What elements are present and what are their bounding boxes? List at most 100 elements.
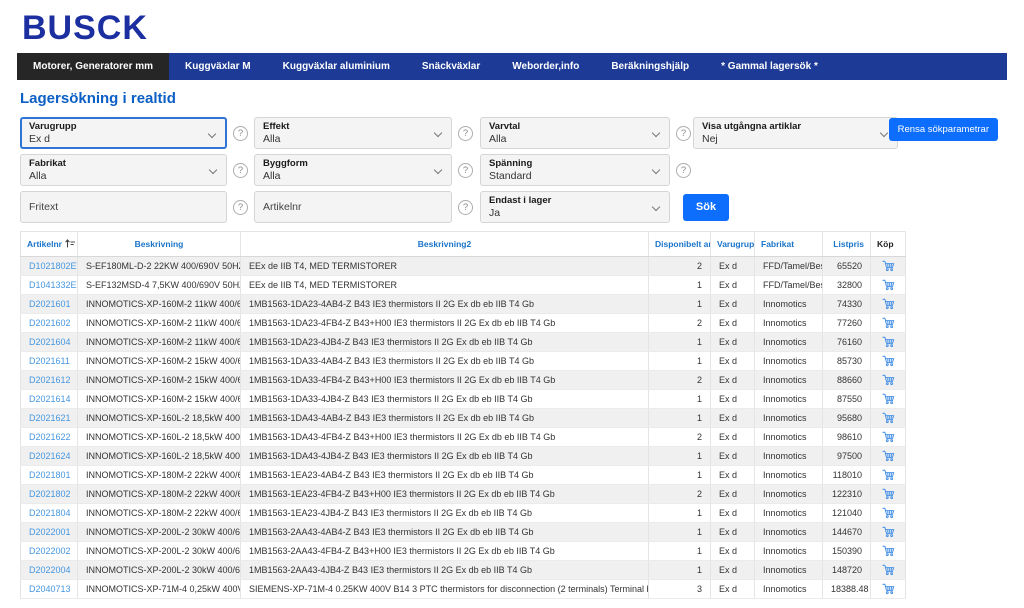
artikelnr-link[interactable]: D2021624: [29, 451, 71, 461]
cell-artikelnr: D2022002: [21, 542, 78, 561]
col-header-kop: Köp: [871, 232, 906, 257]
cell-kop: [871, 485, 906, 504]
help-circle-icon[interactable]: ?: [458, 200, 473, 215]
cell-listpris: 85730: [823, 352, 871, 371]
add-to-cart-icon[interactable]: [882, 392, 895, 405]
byggform-select[interactable]: Byggform Alla: [254, 154, 452, 186]
add-to-cart-icon[interactable]: [882, 297, 895, 310]
add-to-cart-icon[interactable]: [882, 278, 895, 291]
cell-varugrupp: Ex d: [711, 390, 755, 409]
artikelnr-link[interactable]: D2021614: [29, 394, 71, 404]
artikelnr-link[interactable]: D2021612: [29, 375, 71, 385]
cell-kop: [871, 257, 906, 276]
visa-utgangna-select[interactable]: Visa utgångna artiklar Nej: [693, 117, 898, 149]
artikelnr-link[interactable]: D1041332ETR: [29, 280, 78, 290]
col-header-artikelnr[interactable]: Artikelnr: [21, 232, 78, 257]
table-header-row: Artikelnr Beskrivning Beskrivning2 Dispo…: [21, 232, 906, 257]
artikelnr-link[interactable]: D2021804: [29, 508, 71, 518]
artikelnr-link[interactable]: D2021601: [29, 299, 71, 309]
add-to-cart-icon[interactable]: [882, 544, 895, 557]
col-header-listpris[interactable]: Listpris: [823, 232, 871, 257]
cell-varugrupp: Ex d: [711, 485, 755, 504]
help-circle-icon[interactable]: ?: [458, 163, 473, 178]
nav-tab[interactable]: Motorer, Generatorer mm: [17, 53, 169, 80]
table-row: D2040713 INNOMOTICS-XP-71M-4 0,25kW 400V …: [21, 580, 906, 599]
add-to-cart-icon[interactable]: [882, 430, 895, 443]
add-to-cart-icon[interactable]: [882, 506, 895, 519]
artikelnr-link[interactable]: D2021801: [29, 470, 71, 480]
add-to-cart-icon[interactable]: [882, 563, 895, 576]
nav-tab[interactable]: Snäckväxlar: [406, 53, 496, 80]
cell-beskrivning2: 1MB1563-1DA43-4AB4-Z B43 IE3 thermistors…: [241, 409, 649, 428]
cell-artikelnr: D2022004: [21, 561, 78, 580]
endast-i-lager-value: Ja: [489, 206, 649, 220]
cell-fabrikat: Innomotics: [755, 371, 823, 390]
artikelnr-link[interactable]: D2021622: [29, 432, 71, 442]
add-to-cart-icon[interactable]: [882, 259, 895, 272]
cell-listpris: 144670: [823, 523, 871, 542]
cell-listpris: 97500: [823, 447, 871, 466]
nav-tab[interactable]: * Gammal lagersök *: [705, 53, 834, 80]
add-to-cart-icon[interactable]: [882, 354, 895, 367]
varvtal-select[interactable]: Varvtal Alla: [480, 117, 670, 149]
cell-beskrivning2: 1MB1563-1DA23-4JB4-Z B43 IE3 thermistors…: [241, 333, 649, 352]
cell-varugrupp: Ex d: [711, 295, 755, 314]
add-to-cart-icon[interactable]: [882, 449, 895, 462]
col-header-fabrikat[interactable]: Fabrikat: [755, 232, 823, 257]
artikelnr-link[interactable]: D2022004: [29, 565, 71, 575]
endast-i-lager-select[interactable]: Endast i lager Ja: [480, 191, 670, 223]
fabrikat-select[interactable]: Fabrikat Alla: [20, 154, 227, 186]
effekt-select[interactable]: Effekt Alla: [254, 117, 452, 149]
add-to-cart-icon[interactable]: [882, 487, 895, 500]
add-to-cart-icon[interactable]: [882, 373, 895, 386]
artikelnr-link[interactable]: D2021611: [29, 356, 70, 366]
varugrupp-select[interactable]: Varugrupp Ex d: [20, 117, 227, 149]
table-row: D2021601INNOMOTICS-XP-160M-2 11kW 400/69…: [21, 295, 906, 314]
nav-tab[interactable]: Kuggväxlar M: [169, 53, 267, 80]
col-header-beskrivning2[interactable]: Beskrivning2: [241, 232, 649, 257]
fritext-input[interactable]: [20, 191, 227, 223]
help-circle-icon[interactable]: ?: [233, 200, 248, 215]
col-header-varugrupp[interactable]: Varugrupp: [711, 232, 755, 257]
add-to-cart-icon[interactable]: [882, 525, 895, 538]
artikelnr-link[interactable]: D1021802ETR: [29, 261, 78, 271]
artikelnr-link[interactable]: D2021602: [29, 318, 71, 328]
table-row: D2021624INNOMOTICS-XP-160L-2 18,5kW 400/…: [21, 447, 906, 466]
nav-tab[interactable]: Beräkningshjälp: [595, 53, 705, 80]
col-header-disponibelt[interactable]: Disponibelt antal: [649, 232, 711, 257]
cell-artikelnr: D2021804: [21, 504, 78, 523]
cell-fabrikat: Innomotics: [755, 333, 823, 352]
cell-disponibelt: 2: [649, 371, 711, 390]
artikelnr-link[interactable]: D2021604: [29, 337, 71, 347]
nav-tab[interactable]: Kuggväxlar aluminium: [267, 53, 406, 80]
artikelnr-link[interactable]: D2022002: [29, 546, 71, 556]
help-circle-icon[interactable]: ?: [458, 126, 473, 141]
cell-varugrupp: Ex d: [711, 523, 755, 542]
col-header-beskrivning[interactable]: Beskrivning: [78, 232, 241, 257]
artikelnr-input[interactable]: [254, 191, 452, 223]
help-circle-icon[interactable]: ?: [233, 126, 248, 141]
rensa-sokparametrar-button[interactable]: Rensa sökparametrar: [889, 118, 998, 141]
add-to-cart-icon[interactable]: [882, 335, 895, 348]
sok-button[interactable]: Sök: [683, 194, 729, 221]
cell-fabrikat: Innomotics: [755, 314, 823, 333]
cell-beskrivning2: 1MB1563-1DA43-4FB4-Z B43+H00 IE3 thermis…: [241, 428, 649, 447]
artikelnr-link[interactable]: D2021802: [29, 489, 71, 499]
cell-beskrivning: INNOMOTICS-XP-71M-4 0,25kW 400V B14: [78, 580, 241, 599]
artikelnr-link[interactable]: D2022001: [29, 527, 71, 537]
artikelnr-link[interactable]: D2040713: [29, 584, 71, 594]
add-to-cart-icon[interactable]: [882, 468, 895, 481]
chevron-down-icon: [653, 204, 660, 211]
help-circle-icon[interactable]: ?: [676, 163, 691, 178]
add-to-cart-icon[interactable]: [882, 316, 895, 329]
cell-beskrivning: INNOMOTICS-XP-180M-2 22kW 400/690V B35: [78, 504, 241, 523]
cell-kop: [871, 447, 906, 466]
help-circle-icon[interactable]: ?: [233, 163, 248, 178]
artikelnr-link[interactable]: D2021621: [29, 413, 71, 423]
add-to-cart-icon[interactable]: [882, 582, 895, 595]
add-to-cart-icon[interactable]: [882, 411, 895, 424]
cell-artikelnr: D1041332ETR: [21, 276, 78, 295]
help-circle-icon[interactable]: ?: [676, 126, 691, 141]
nav-tab[interactable]: Weborder,info: [496, 53, 595, 80]
spanning-select[interactable]: Spänning Standard: [480, 154, 670, 186]
